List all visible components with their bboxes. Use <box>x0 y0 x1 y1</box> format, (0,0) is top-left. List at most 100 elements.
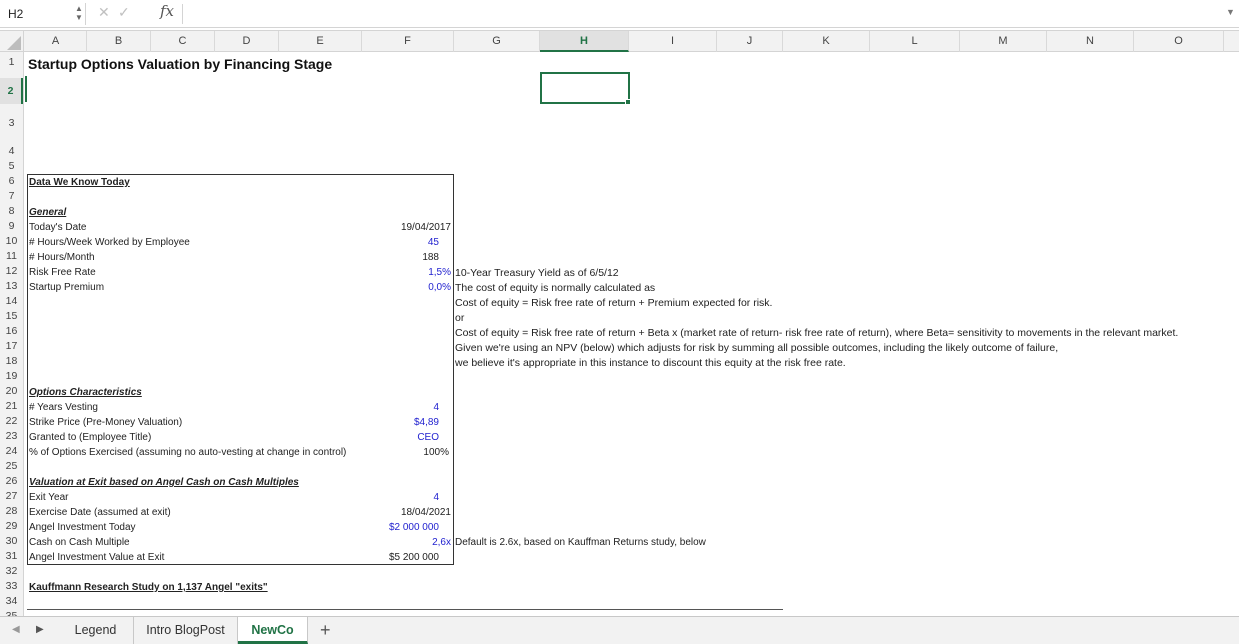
column-header-m[interactable]: M <box>960 31 1047 52</box>
insert-function-icon[interactable]: fx <box>160 2 174 20</box>
select-all-button[interactable] <box>0 31 24 52</box>
row-header-23[interactable]: 23 <box>0 430 23 442</box>
label-exit-year[interactable]: Exit Year <box>29 491 68 505</box>
fill-handle[interactable] <box>625 99 631 105</box>
column-header-b[interactable]: B <box>87 31 151 52</box>
column-header-o[interactable]: O <box>1134 31 1224 52</box>
label-risk-free-rate[interactable]: Risk Free Rate <box>29 266 96 280</box>
column-header-i[interactable]: I <box>629 31 717 52</box>
column-header-e[interactable]: E <box>279 31 362 52</box>
value-todays-date[interactable]: 19/04/2017 <box>355 221 451 235</box>
label-angel-investment[interactable]: Angel Investment Today <box>29 521 136 535</box>
note-row-18[interactable]: we believe it's appropriate in this inst… <box>455 356 846 370</box>
row-header-28[interactable]: 28 <box>0 505 23 517</box>
column-header-j[interactable]: J <box>717 31 783 52</box>
label-startup-premium[interactable]: Startup Premium <box>29 281 104 295</box>
scroll-tabs-left-icon[interactable]: ◀ <box>12 624 20 635</box>
row-header-18[interactable]: 18 <box>0 355 23 367</box>
stepper-up-icon[interactable]: ▲ <box>75 4 83 13</box>
row-header-26[interactable]: 26 <box>0 475 23 487</box>
label-hours-month[interactable]: # Hours/Month <box>29 251 95 265</box>
name-box-value[interactable]: H2 <box>8 7 23 21</box>
row-header-11[interactable]: 11 <box>0 250 23 262</box>
row-header-19[interactable]: 19 <box>0 370 23 382</box>
label-hours-week[interactable]: # Hours/Week Worked by Employee <box>29 236 190 250</box>
section-options-characteristics[interactable]: Options Characteristics <box>29 386 142 400</box>
row-header-20[interactable]: 20 <box>0 385 23 397</box>
row-header-2[interactable]: 2 <box>0 78 23 104</box>
row-header-13[interactable]: 13 <box>0 280 23 292</box>
value-exercise-date[interactable]: 18/04/2021 <box>355 506 451 520</box>
column-header-l[interactable]: L <box>870 31 960 52</box>
row-header-10[interactable]: 10 <box>0 235 23 247</box>
row-header-34[interactable]: 34 <box>0 595 23 607</box>
label-years-vesting[interactable]: # Years Vesting <box>29 401 98 415</box>
column-header-c[interactable]: C <box>151 31 215 52</box>
row-header-5[interactable]: 5 <box>0 160 23 172</box>
value-hours-week[interactable]: 45 <box>355 236 439 250</box>
scroll-tabs-right-icon[interactable]: ▶ <box>36 624 44 635</box>
row-header-4[interactable]: 4 <box>0 145 23 157</box>
column-header-k[interactable]: K <box>783 31 870 52</box>
column-header-f[interactable]: F <box>362 31 454 52</box>
label-granted-to[interactable]: Granted to (Employee Title) <box>29 431 151 445</box>
row-header-22[interactable]: 22 <box>0 415 23 427</box>
row-header-8[interactable]: 8 <box>0 205 23 217</box>
row-header-7[interactable]: 7 <box>0 190 23 202</box>
active-cell-h2[interactable] <box>540 72 630 104</box>
value-angel-exit-value[interactable]: $5 200 000 <box>355 551 439 565</box>
note-row-13[interactable]: The cost of equity is normally calculate… <box>455 281 655 295</box>
note-row-15[interactable]: or <box>455 311 464 325</box>
row-header-24[interactable]: 24 <box>0 445 23 457</box>
row-header-30[interactable]: 30 <box>0 535 23 547</box>
note-row-14[interactable]: Cost of equity = Risk free rate of retur… <box>455 296 772 310</box>
value-risk-free-rate[interactable]: 1,5% <box>355 266 451 280</box>
row-header-15[interactable]: 15 <box>0 310 23 322</box>
row-header-32[interactable]: 32 <box>0 565 23 577</box>
value-strike-price[interactable]: $4,89 <box>355 416 439 430</box>
row-header-9[interactable]: 9 <box>0 220 23 232</box>
name-box-stepper[interactable]: ▲ ▼ <box>74 4 84 24</box>
label-pct-exercised[interactable]: % of Options Exercised (assuming no auto… <box>29 446 346 460</box>
row-header-21[interactable]: 21 <box>0 400 23 412</box>
row-header-27[interactable]: 27 <box>0 490 23 502</box>
value-years-vesting[interactable]: 4 <box>355 401 439 415</box>
note-row-16[interactable]: Cost of equity = Risk free rate of retur… <box>455 326 1178 340</box>
label-todays-date[interactable]: Today's Date <box>29 221 87 235</box>
section-kauffmann-study[interactable]: Kauffmann Research Study on 1,137 Angel … <box>29 581 268 595</box>
sheet-tab-newco[interactable]: NewCo <box>238 617 308 644</box>
column-header-g[interactable]: G <box>454 31 540 52</box>
expand-formula-bar-icon[interactable]: ▼ <box>1226 7 1235 17</box>
column-header-a[interactable]: A <box>25 31 87 52</box>
row-header-12[interactable]: 12 <box>0 265 23 277</box>
section-general[interactable]: General <box>29 206 66 220</box>
row-header-31[interactable]: 31 <box>0 550 23 562</box>
column-header-h[interactable]: H <box>540 31 629 52</box>
value-startup-premium[interactable]: 0,0% <box>355 281 451 295</box>
note-row-12[interactable]: 10-Year Treasury Yield as of 6/5/12 <box>455 266 619 280</box>
name-box[interactable]: H2 ▲ ▼ <box>2 3 86 25</box>
row-header-16[interactable]: 16 <box>0 325 23 337</box>
formula-input[interactable] <box>188 4 1198 24</box>
sheet-tab-legend[interactable]: Legend <box>58 617 134 644</box>
row-header-33[interactable]: 33 <box>0 580 23 592</box>
value-granted-to[interactable]: CEO <box>355 431 439 445</box>
value-exit-year[interactable]: 4 <box>355 491 439 505</box>
row-header-25[interactable]: 25 <box>0 460 23 472</box>
label-strike-price[interactable]: Strike Price (Pre-Money Valuation) <box>29 416 182 430</box>
section-data-we-know-today[interactable]: Data We Know Today <box>29 176 130 190</box>
row-header-3[interactable]: 3 <box>0 117 23 129</box>
value-hours-month[interactable]: 188 <box>355 251 439 265</box>
row-header-17[interactable]: 17 <box>0 340 23 352</box>
enter-check-icon[interactable]: ✓ <box>118 4 130 21</box>
spreadsheet-grid[interactable]: Startup Options Valuation by Financing S… <box>25 52 1239 616</box>
value-pct-exercised[interactable]: 100% <box>355 446 449 460</box>
row-header-6[interactable]: 6 <box>0 175 23 187</box>
label-angel-exit-value[interactable]: Angel Investment Value at Exit <box>29 551 164 565</box>
note-row-17[interactable]: Given we're using an NPV (below) which a… <box>455 341 1058 355</box>
section-valuation-at-exit[interactable]: Valuation at Exit based on Angel Cash on… <box>29 476 299 490</box>
row-header-14[interactable]: 14 <box>0 295 23 307</box>
value-cash-multiple[interactable]: 2,6x <box>355 536 451 550</box>
cancel-icon[interactable]: ✕ <box>98 4 110 21</box>
sheet-title[interactable]: Startup Options Valuation by Financing S… <box>28 56 332 72</box>
